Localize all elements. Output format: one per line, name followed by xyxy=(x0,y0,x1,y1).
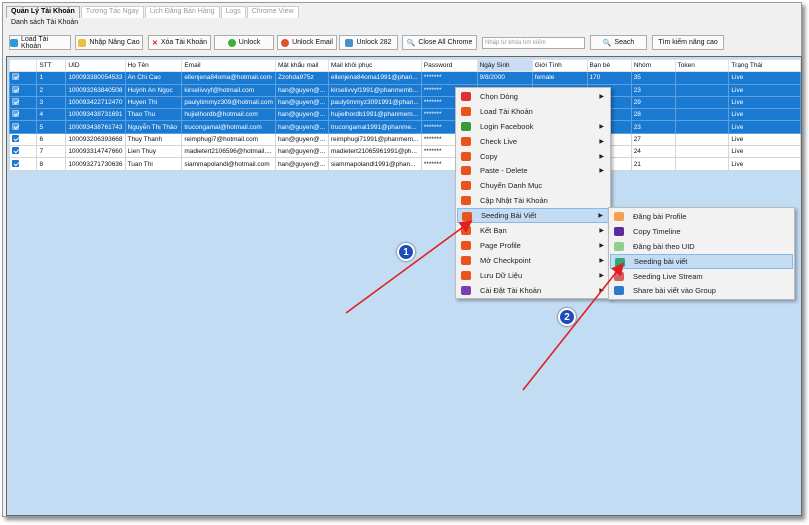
annotation-arrows xyxy=(345,220,624,391)
step-badge-1: 1 xyxy=(397,243,415,261)
arrow-2 xyxy=(522,262,624,391)
step-badge-2: 2 xyxy=(558,308,576,326)
arrow-1 xyxy=(345,220,473,314)
